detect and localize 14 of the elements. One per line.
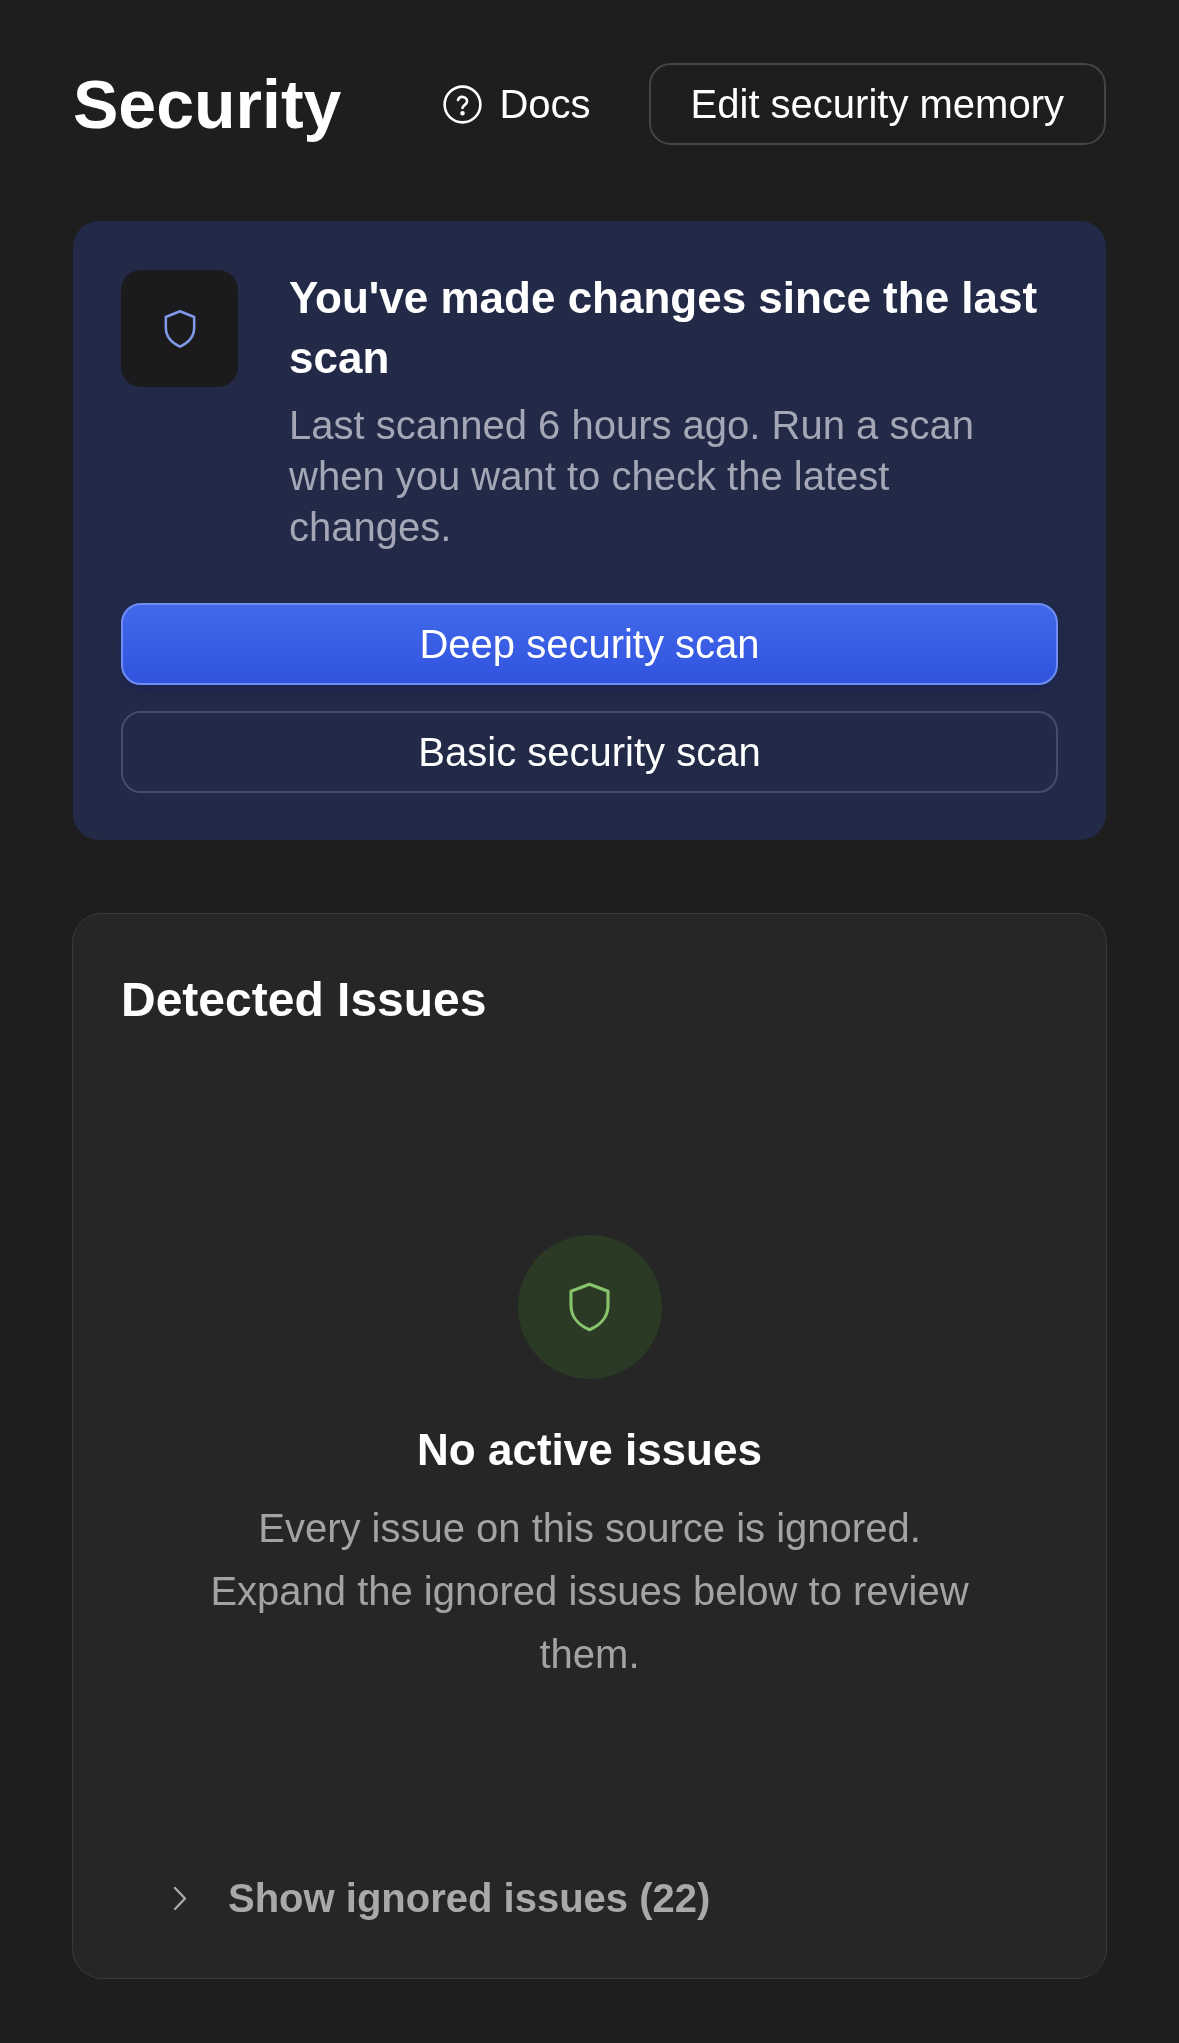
shield-icon (121, 270, 238, 387)
docs-link[interactable]: Docs (443, 79, 591, 129)
scan-button[interactable]: Deep security scan (121, 603, 1058, 685)
banner-title: You've made changes since the last scan (289, 272, 1039, 384)
page-title: Security (73, 65, 342, 144)
help-icon[interactable] (443, 84, 483, 124)
edit-memory-button[interactable]: Edit security memory (648, 63, 1106, 145)
section-title: Detected Issues (121, 972, 488, 1028)
chevron-icon[interactable] (173, 1885, 187, 1911)
empty-state-title: No active issues (417, 1424, 762, 1476)
ignored-issues-toggle[interactable]: Show ignored issues (22) (173, 1873, 711, 1923)
banner-description: Last scanned 6 hours ago. Run a scan when you want to check the latest changes. (289, 402, 975, 551)
scan-button[interactable]: Basic security scan (121, 711, 1058, 793)
empty-state-description: Every issue on this source is ignored. Expand the ignored issues below to review them. (209, 1505, 970, 1678)
